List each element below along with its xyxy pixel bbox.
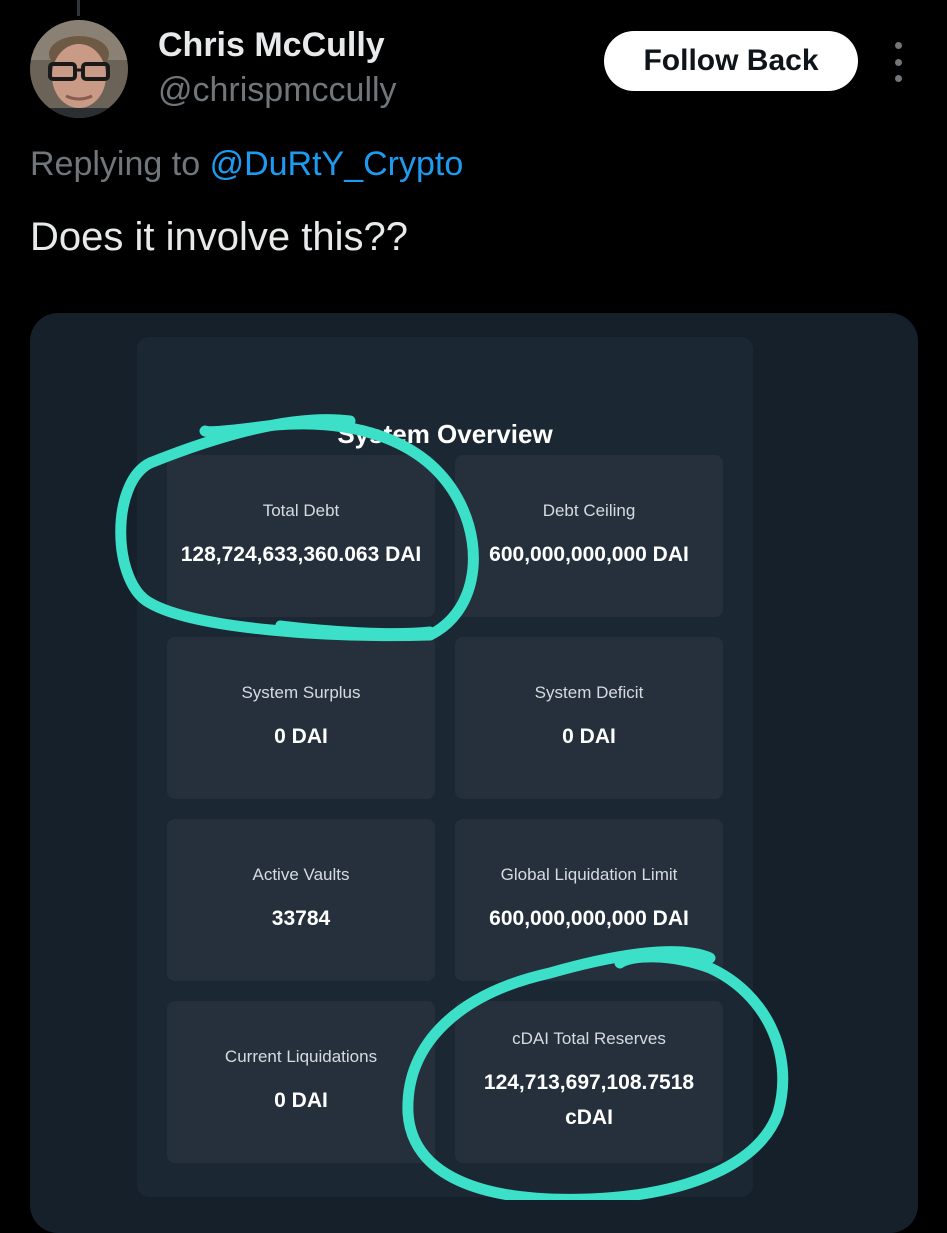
replying-to: Replying to @DuRtY_Crypto: [30, 145, 463, 184]
stat-label: Current Liquidations: [224, 1046, 378, 1066]
stat-card-active-vaults: Active Vaults 33784: [167, 819, 435, 981]
stat-value: 33784: [271, 906, 331, 930]
stat-card-system-deficit: System Deficit 0 DAI: [455, 637, 723, 799]
follow-back-button[interactable]: Follow Back: [604, 31, 858, 91]
stat-label: Debt Ceiling: [542, 500, 636, 520]
stat-label: System Deficit: [534, 682, 644, 702]
stat-label: Active Vaults: [252, 864, 350, 884]
stat-value: 600,000,000,000 DAI: [489, 542, 689, 566]
stat-value: 0 DAI: [274, 1088, 328, 1112]
author-handle[interactable]: @chrispmccully: [158, 71, 397, 110]
stat-card-global-liquidation-limit: Global Liquidation Limit 600,000,000,000…: [455, 819, 723, 981]
replying-to-mention[interactable]: @DuRtY_Crypto: [210, 145, 464, 183]
stat-card-system-surplus: System Surplus 0 DAI: [167, 637, 435, 799]
stat-card-debt-ceiling: Debt Ceiling 600,000,000,000 DAI: [455, 455, 723, 617]
more-options-button[interactable]: [886, 42, 910, 82]
system-overview-title: System Overview: [337, 419, 553, 449]
replying-to-label: Replying to: [30, 145, 201, 183]
more-dot-icon: [894, 42, 902, 49]
stat-label: System Surplus: [241, 682, 361, 702]
author-display-name[interactable]: Chris McCully: [158, 26, 385, 65]
more-dot-icon: [894, 58, 902, 66]
stat-card-cdai-total-reserves: cDAI Total Reserves 124,713,697,108.7518…: [455, 1001, 723, 1163]
more-dot-icon: [894, 75, 902, 82]
system-overview-panel: System Overview Total Debt 128,724,633,3…: [137, 337, 753, 1197]
stat-value: 0 DAI: [274, 724, 328, 748]
stat-label: cDAI Total Reserves: [512, 1029, 666, 1048]
stat-value: 0 DAI: [562, 724, 616, 748]
stat-value: 600,000,000,000 DAI: [489, 906, 689, 930]
avatar[interactable]: [30, 20, 128, 118]
stat-card-total-debt: Total Debt 128,724,633,360.063 DAI: [167, 455, 435, 617]
stat-label: Total Debt: [262, 500, 340, 520]
tweet-text: Does it involve this??: [30, 215, 408, 259]
avatar-image: [30, 20, 128, 118]
stat-value: 128,724,633,360.063 DAI: [180, 542, 422, 566]
stat-label: Global Liquidation Limit: [500, 864, 678, 884]
thread-connector-line: [77, 0, 80, 16]
stat-value: 124,713,697,108.7518 cDAI: [483, 1071, 695, 1129]
tweet-media-image[interactable]: System Overview Total Debt 128,724,633,3…: [30, 313, 918, 1233]
stat-card-current-liquidations: Current Liquidations 0 DAI: [167, 1001, 435, 1163]
